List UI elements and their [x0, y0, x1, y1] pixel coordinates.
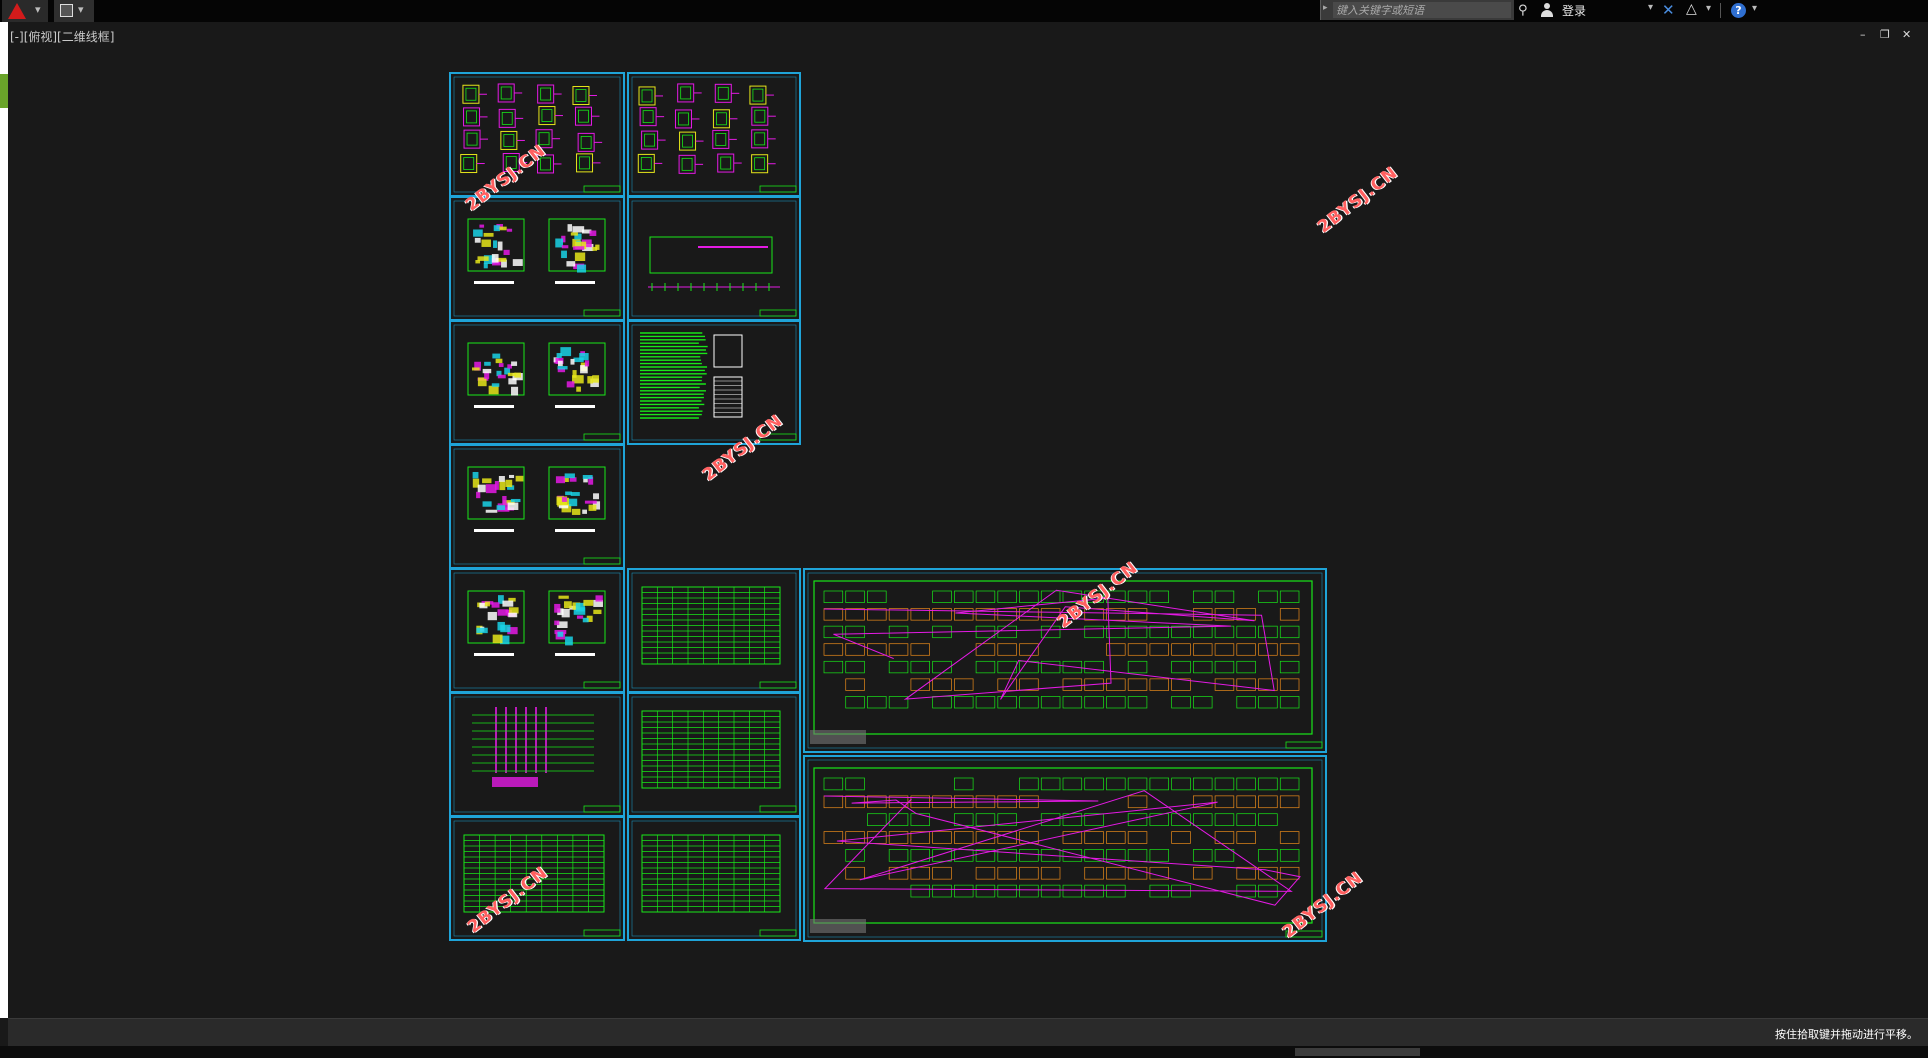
status-message: 按住拾取键并拖动进行平移。: [1775, 1028, 1918, 1041]
viewport-controls-label[interactable]: [-][俯视][二维线框]: [10, 28, 114, 45]
sheet-section: [627, 196, 801, 321]
sheet-floor-plan-b: [449, 320, 625, 445]
drawing-window-controls: – ❐ ✕: [1860, 28, 1920, 42]
sheet-floor-plan-d: [449, 568, 625, 693]
close-icon[interactable]: ✕: [1902, 28, 1911, 41]
minimize-icon[interactable]: –: [1860, 28, 1866, 41]
sheet-table-1: [627, 568, 801, 693]
sheet-system-diagrams-2: [627, 72, 801, 197]
sheet-garage-plan-1: [803, 568, 1327, 753]
sheet-floor-plan-a: [449, 196, 625, 321]
sheet-floor-plan-c: [449, 444, 625, 569]
bottom-scrollbar[interactable]: [0, 1046, 1928, 1058]
restore-icon[interactable]: ❐: [1880, 28, 1890, 41]
drawing-canvas[interactable]: [0, 0, 1928, 1058]
sheet-riser-diagram: [449, 692, 625, 817]
sheet-table-4: [627, 816, 801, 941]
sheet-garage-plan-2: [803, 755, 1327, 942]
sheet-system-diagrams-1: [449, 72, 625, 197]
sheet-table-2: [627, 692, 801, 817]
scrollbar-thumb[interactable]: [1295, 1048, 1420, 1056]
status-bar: 按住拾取键并拖动进行平移。: [8, 1018, 1928, 1047]
